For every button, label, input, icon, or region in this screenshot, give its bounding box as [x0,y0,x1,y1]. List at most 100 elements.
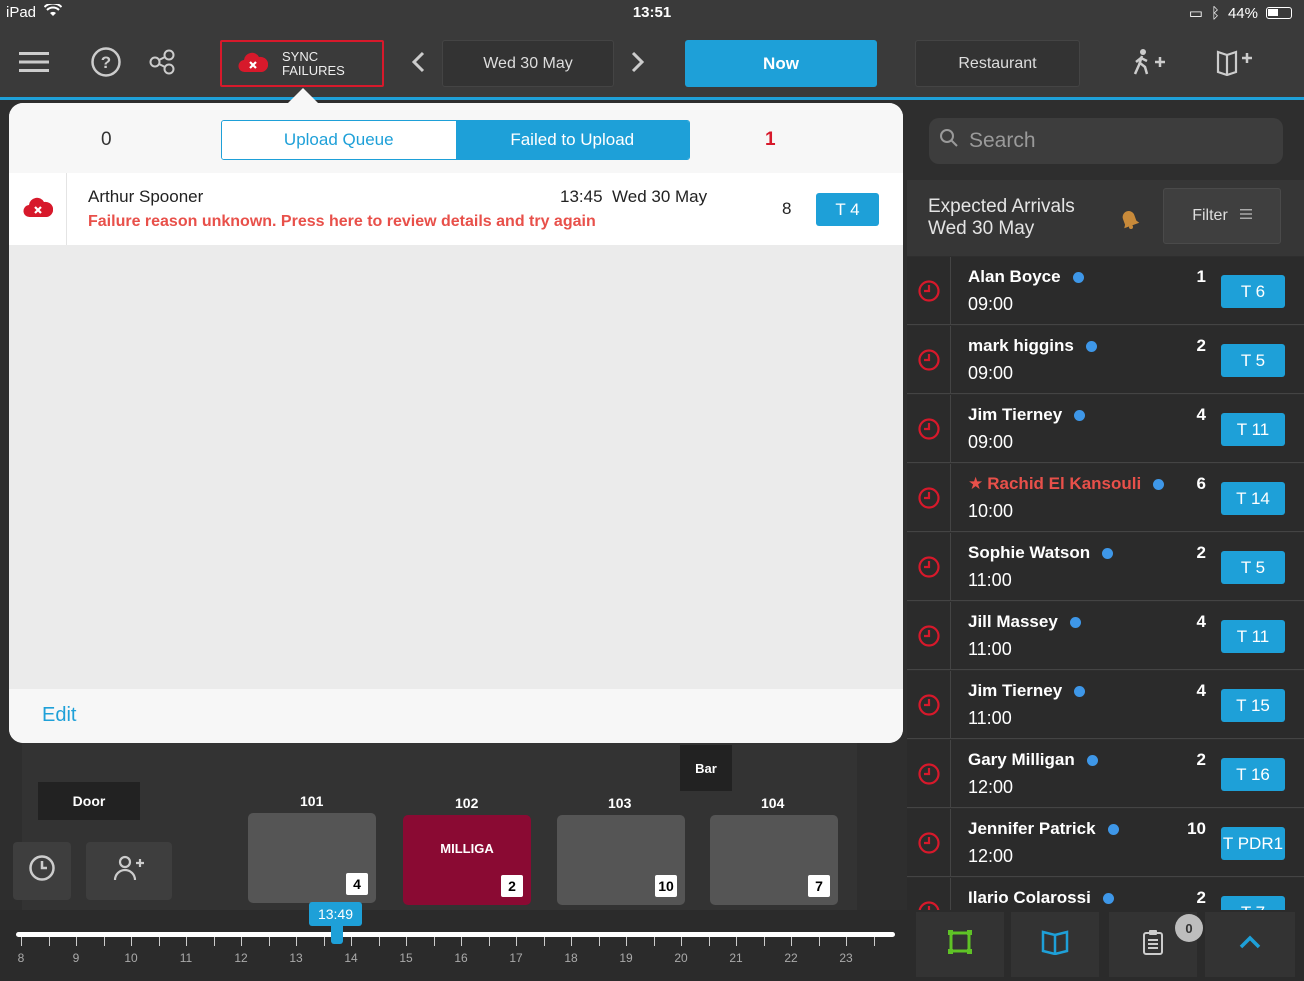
timeline-tick [186,937,187,946]
share-icon[interactable] [142,40,182,84]
add-guest-button[interactable] [86,842,172,900]
timeline-tick [158,937,160,946]
failure-icon-cell [9,173,67,245]
table-number-102: 102 [455,795,479,811]
timeline-tick [791,937,792,946]
tab-bookings[interactable] [1011,912,1099,977]
arrival-row[interactable]: Jennifer Patrick 12:00 10 T PDR1 [907,809,1304,877]
search-icon [939,128,959,154]
arrival-row[interactable]: mark higgins 09:00 2 T 5 [907,326,1304,394]
arrival-name: Jill Massey [968,612,1081,632]
bell-icon[interactable] [1117,206,1141,236]
arrival-time: 11:00 [968,570,1012,590]
expand-button[interactable] [1205,912,1295,977]
arrival-name: Gary Milligan [968,750,1098,770]
date-selector[interactable]: Wed 30 May [442,40,614,87]
arrival-table-badge[interactable]: T 11 [1221,620,1285,653]
airplay-icon: ▭ [1188,5,1203,22]
status-dot-icon [1072,271,1084,283]
timeline-tick [488,937,490,946]
chevron-left-icon[interactable] [398,40,438,84]
arrival-row[interactable]: Gary Milligan 12:00 2 T 16 [907,740,1304,808]
edit-button[interactable]: Edit [42,704,76,727]
arrival-table-badge[interactable]: T 16 [1221,758,1285,791]
tab-upload-queue[interactable]: Upload Queue [222,121,456,159]
table-number-103: 103 [608,795,632,811]
timeline-slider[interactable]: 8 9 10 11 12 13 14 15 16 17 18 19 20 21 22 23 13:49 [0,902,907,981]
battery-icon [1266,7,1292,19]
arrival-table-badge[interactable]: T 5 [1221,551,1285,584]
status-dot-icon [1074,685,1086,697]
notes-count-badge: 0 [1175,914,1203,942]
table-103[interactable]: 10 [557,815,685,905]
arrival-time: 12:00 [968,846,1014,866]
arrival-name: Sophie Watson [968,543,1114,563]
timeline-tick [21,937,22,946]
arrival-table-badge[interactable]: T 5 [1221,344,1285,377]
table-104[interactable]: 7 [710,815,838,905]
tab-floor-plan[interactable] [916,912,1004,977]
timeline-hour-label: 13 [289,951,303,965]
book-add-icon[interactable] [1210,40,1260,84]
arrival-row[interactable]: ★ Rachid El Kansouli 10:00 6 T 14 [907,464,1304,532]
status-dot-icon [1107,823,1119,835]
walk-in-add-icon[interactable] [1124,40,1172,84]
svg-text:?: ? [101,53,111,72]
arrival-row[interactable]: Jill Massey 11:00 4 T 11 [907,602,1304,670]
failure-covers: 8 [782,199,792,218]
filter-button[interactable]: Filter [1163,188,1281,244]
history-button[interactable] [13,842,71,900]
timeline-tick [241,937,242,946]
area-selector[interactable]: Restaurant [915,40,1080,87]
timeline-hour-label: 20 [674,951,688,965]
timeline-tick [268,937,270,946]
arrival-table-badge[interactable]: T 11 [1221,413,1285,446]
menu-icon[interactable] [14,40,54,84]
search-field[interactable]: Search [929,118,1283,164]
chevron-right-icon[interactable] [618,40,658,84]
arrival-time: 09:00 [968,294,1014,314]
arrival-time: 12:00 [968,777,1014,797]
arrivals-header: Expected Arrivals Wed 30 May Filter [907,180,1304,256]
sync-failures-button[interactable]: SYNC FAILURES [220,40,384,87]
arrival-row[interactable]: Jim Tierney 11:00 4 T 15 [907,671,1304,739]
arrival-row[interactable]: Ilario Colarossi 2 T 7 [907,878,1304,910]
failure-date: Wed 30 May [612,187,708,206]
arrival-row[interactable]: Jim Tierney 09:00 4 T 11 [907,395,1304,463]
arrival-table-badge[interactable]: T 14 [1221,482,1285,515]
arrival-time: 09:00 [968,363,1014,383]
timeline-hour-label: 21 [729,951,743,965]
timeline-tick [131,937,132,946]
cloud-error-icon [22,196,53,223]
failure-row[interactable]: Arthur Spooner Failure reason unknown. P… [9,173,903,245]
table-covers: 7 [808,875,830,897]
battery-percent: 44% [1227,4,1258,22]
sync-failures-popover: 0 Upload Queue Failed to Upload 1 Arthur… [9,103,903,743]
arrival-row[interactable]: Sophie Watson 11:00 2 T 5 [907,533,1304,601]
arrival-table-badge[interactable]: T 7 [1221,896,1285,910]
arrival-table-badge[interactable]: T 6 [1221,275,1285,308]
now-button[interactable]: Now [685,40,877,87]
arrival-name: ★ Rachid El Kansouli [968,474,1165,494]
table-101[interactable]: 4 [248,813,376,903]
arrival-row[interactable]: Alan Boyce 09:00 1 T 6 [907,257,1304,325]
failed-count: 1 [765,129,776,150]
table-covers: 2 [501,875,523,897]
timeline-hour-label: 19 [619,951,633,965]
help-icon[interactable]: ? [86,40,126,84]
timeline-handle[interactable] [331,922,343,944]
timeline-hour-label: 8 [17,951,25,965]
clock-icon [907,809,951,877]
clock-icon [907,464,951,532]
arrival-time: 11:00 [968,639,1012,659]
arrival-covers: 10 [1187,819,1206,838]
floor-plan-icon [946,928,974,961]
chevron-up-icon [1238,934,1262,955]
upload-queue-count: 0 [101,129,112,150]
tab-failed-to-upload[interactable]: Failed to Upload [455,121,689,159]
arrival-table-badge[interactable]: T PDR1 [1221,827,1285,860]
timeline-hour-label: 14 [344,951,358,965]
door-label: Door [38,782,140,820]
table-102[interactable]: MILLIGA 2 [403,815,531,905]
arrival-table-badge[interactable]: T 15 [1221,689,1285,722]
